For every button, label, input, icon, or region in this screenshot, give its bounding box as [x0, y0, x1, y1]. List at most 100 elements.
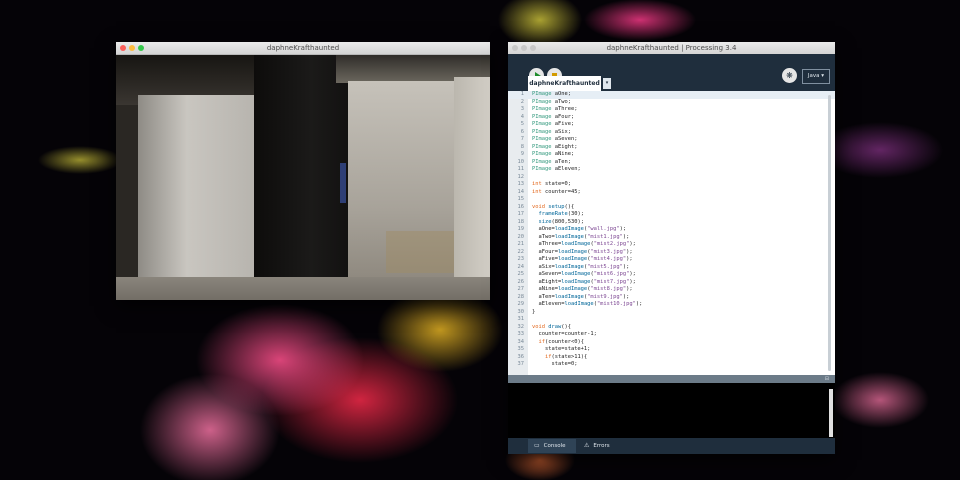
- sketch-window: daphneKrafthaunted: [116, 42, 490, 300]
- code-line[interactable]: 37 state=0;: [508, 361, 826, 369]
- code-line[interactable]: 3 PImage aThree;: [508, 106, 826, 114]
- line-number: 36: [517, 353, 525, 360]
- code-line[interactable]: 32 void draw(){: [508, 324, 826, 332]
- code-line[interactable]: 23 aFive=loadImage("mist4.jpg");: [508, 256, 826, 264]
- code-line[interactable]: 25 aSeven=loadImage("mist6.jpg");: [508, 271, 826, 279]
- tab-console[interactable]: ▭ Console: [528, 439, 576, 453]
- code-token: loadImage: [561, 278, 591, 285]
- code-line[interactable]: 29 aEleven=loadImage("mist10.jpg");: [508, 301, 826, 309]
- line-number: 8: [520, 143, 524, 150]
- code-token: aThree=: [532, 241, 562, 247]
- code-token: PImage: [532, 98, 552, 105]
- code-line[interactable]: 26 aEight=loadImage("mist7.jpg");: [508, 279, 826, 287]
- console-scrollbar[interactable]: [829, 389, 833, 437]
- code-token: aFive;: [551, 121, 575, 127]
- code-token: PImage: [532, 91, 552, 97]
- code-token: aTwo=: [532, 233, 555, 240]
- code-line[interactable]: 11 PImage aEleven;: [508, 166, 826, 174]
- code-line[interactable]: 30}: [508, 309, 826, 317]
- code-line[interactable]: 35 state=state+1;: [508, 346, 826, 354]
- photo-wall-right: [454, 77, 490, 297]
- code-line[interactable]: 6 PImage aSix;: [508, 129, 826, 137]
- code-line[interactable]: 27 aNine=loadImage("mist8.jpg");: [508, 286, 826, 294]
- code-line[interactable]: 8 PImage aEight;: [508, 144, 826, 152]
- code-line[interactable]: 36 if(state>11){: [508, 354, 826, 362]
- line-number: 35: [517, 346, 525, 352]
- code-line[interactable]: 34 if(counter<0){: [508, 339, 826, 347]
- code-line[interactable]: 18 size(800,530);: [508, 219, 826, 227]
- code-token: state=0;: [532, 361, 578, 367]
- code-line[interactable]: 9 PImage aNine;: [508, 151, 826, 159]
- code-token: loadImage: [554, 263, 584, 270]
- code-token: PImage: [532, 143, 552, 150]
- line-number: 27: [517, 286, 525, 292]
- line-number: 15: [517, 196, 525, 202]
- code-line[interactable]: 1 PImage aOne;: [508, 91, 826, 99]
- code-token: "mist9.jpg": [587, 293, 623, 300]
- tab-daphnekrafthaunted[interactable]: daphneKrafthaunted: [528, 76, 601, 91]
- code-token: "mist1.jpg": [587, 233, 623, 240]
- line-number: 17: [517, 211, 525, 217]
- code-line[interactable]: 21 aThree=loadImage("mist2.jpg");: [508, 241, 826, 249]
- code-token: (state>11){: [551, 353, 588, 360]
- code-line[interactable]: 5 PImage aFive;: [508, 121, 826, 129]
- code-line[interactable]: 28 aTen=loadImage("mist9.jpg");: [508, 294, 826, 302]
- sketch-canvas[interactable]: [116, 55, 490, 300]
- code-line[interactable]: 20 aTwo=loadImage("mist1.jpg");: [508, 234, 826, 242]
- line-number: 10: [517, 158, 525, 165]
- code-line[interactable]: 17 frameRate(30);: [508, 211, 826, 219]
- line-number: 12: [517, 173, 525, 180]
- tab-menu-button[interactable]: ▾: [603, 78, 611, 89]
- code-token: setup: [548, 203, 565, 210]
- code-line[interactable]: 4 PImage aFour;: [508, 114, 826, 122]
- code-token: "mist7.jpg": [593, 278, 630, 285]
- warning-icon: ⚠: [584, 442, 590, 449]
- code-token: PImage: [532, 166, 552, 172]
- line-number: 14: [517, 188, 525, 195]
- line-number: 34: [517, 338, 525, 345]
- code-line[interactable]: 2 PImage aTwo;: [508, 99, 826, 107]
- code-token: aFive=: [532, 256, 558, 262]
- line-number: 23: [517, 256, 525, 262]
- code-line[interactable]: 12: [508, 174, 826, 182]
- code-text[interactable]: 1 PImage aOne; 2 PImage aTwo; 3 PImage aThree…: [508, 91, 826, 369]
- code-token: "wall.jpg": [587, 226, 620, 232]
- code-token: }: [532, 308, 536, 315]
- code-line[interactable]: 24 aSix=loadImage("mist5.jpg");: [508, 264, 826, 272]
- code-line[interactable]: 31: [508, 316, 826, 324]
- code-token: counter=counter-1;: [532, 331, 597, 337]
- code-token: aNine=: [532, 286, 558, 292]
- tab-errors[interactable]: ⚠ Errors: [578, 439, 618, 453]
- line-number: 9: [520, 151, 524, 157]
- code-line[interactable]: 14 int counter=45;: [508, 189, 826, 197]
- code-line[interactable]: 33 counter=counter-1;: [508, 331, 826, 339]
- console-output[interactable]: [508, 383, 835, 438]
- code-line[interactable]: 7 PImage aSeven;: [508, 136, 826, 144]
- code-token: loadImage: [561, 241, 591, 247]
- code-token: aEleven=: [532, 301, 565, 307]
- code-token: int: [532, 188, 542, 195]
- line-number: 6: [520, 128, 524, 135]
- line-number: 30: [517, 308, 525, 315]
- code-token: );: [622, 233, 630, 240]
- sketch-titlebar[interactable]: daphneKrafthaunted: [116, 42, 490, 55]
- photo-wall-left: [138, 95, 260, 300]
- code-line[interactable]: 16 void setup(){: [508, 204, 826, 212]
- code-token: loadImage: [561, 271, 591, 277]
- code-line[interactable]: 19 aOne=loadImage("wall.jpg");: [508, 226, 826, 234]
- code-token: aEight;: [551, 143, 578, 150]
- code-line[interactable]: 22 aFour=loadImage("mist3.jpg");: [508, 249, 826, 257]
- code-token: );: [629, 271, 636, 277]
- editor-scrollbar[interactable]: [828, 95, 831, 371]
- code-token: aSix=: [532, 263, 555, 270]
- collapse-icon[interactable]: ⊟: [825, 376, 829, 382]
- code-editor[interactable]: 1 PImage aOne; 2 PImage aTwo; 3 PImage aThree…: [508, 91, 835, 375]
- code-token: aThree;: [551, 106, 578, 112]
- code-token: aSeven;: [551, 136, 578, 142]
- code-line[interactable]: 10 PImage aTen;: [508, 159, 826, 167]
- code-line[interactable]: 15: [508, 196, 826, 204]
- code-line[interactable]: 13 int state=0;: [508, 181, 826, 189]
- console-divider[interactable]: ⊟: [508, 375, 835, 383]
- code-token: aSeven=: [532, 271, 562, 277]
- line-number: 20: [517, 233, 525, 240]
